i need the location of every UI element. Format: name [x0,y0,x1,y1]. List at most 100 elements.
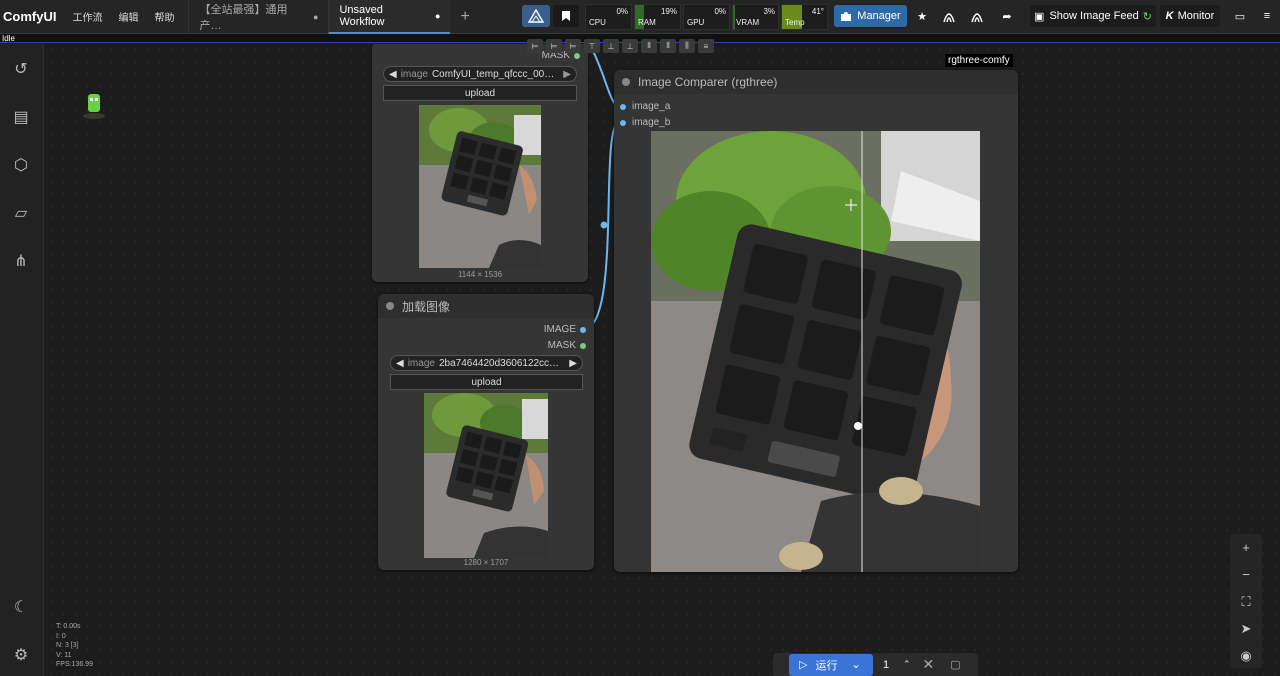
hamburger-icon: ≡ [1263,10,1271,22]
stepper-up-icon[interactable]: ⌃ [903,659,911,670]
workflows-button[interactable]: ▱ [8,200,34,226]
queue-button[interactable]: ▤ [8,104,34,130]
distribute-v-icon[interactable]: ⫴ [660,39,676,53]
image-output[interactable]: IMAGE [544,324,586,335]
load-image-node-1[interactable]: MASK ◀ image ComfyUI_temp_qfccc_00… ▶ up… [372,44,588,282]
bookmark-icon [562,11,570,21]
arrow-left-icon[interactable]: ◀ [389,69,397,80]
add-tab-button[interactable]: + [450,8,479,26]
upload-button[interactable]: upload [383,85,577,101]
node-library-button[interactable]: ⋔ [8,248,34,274]
unsaved-dot-icon: ● [313,11,319,22]
gear-icon: ⚙ [13,647,29,664]
app-logo[interactable]: ComfyUI [0,9,64,24]
node-title-bar[interactable]: 加载图像 [378,294,594,318]
align-top-icon[interactable]: ⊤ [584,39,600,53]
arrow-right-icon[interactable]: ▶ [563,69,571,80]
wave-button-1[interactable] [938,5,960,27]
bookmark-button[interactable] [553,5,579,27]
play-icon: ▷ [799,659,808,671]
vram-monitor: 3% VRAM [732,4,779,30]
batch-count[interactable]: 1 [883,659,903,671]
canvas-controls: + − ⛶ ➤ ◉ [1230,534,1262,668]
sitemap-icon: ⋔ [14,253,28,270]
comparison-image[interactable] [651,131,980,572]
node-canvas[interactable]: MASK ◀ image ComfyUI_temp_qfccc_00… ▶ up… [45,44,1280,676]
panel-icon: ▭ [1234,10,1246,23]
zoom-in-icon[interactable]: + [1230,534,1262,561]
image-size-label: 1280 × 1707 [463,558,509,567]
align-middle-icon[interactable]: ⊥ [603,39,619,53]
arrow-right-icon[interactable]: ▶ [569,358,577,369]
queue-mode-button[interactable] [522,5,550,27]
menu-button[interactable]: ≡ [1257,5,1277,27]
tab-label: Unsaved Workflow [339,3,385,28]
fit-view-icon[interactable]: ⛶ [1230,588,1262,615]
zoom-out-icon[interactable]: − [1230,561,1262,588]
tab-unsaved-workflow[interactable]: Unsaved Workflow ● [328,0,451,34]
settings-button[interactable]: ⚙ [8,642,34,668]
share-arrow-icon: ➦ [1002,10,1012,23]
distribute-h-icon[interactable]: ⫴ [641,39,657,53]
load-image-node-2[interactable]: 加载图像 IMAGE MASK ◀ image 2ba7464420d36061… [378,294,594,570]
cpu-monitor: 0% CPU [585,4,632,30]
mask-output[interactable]: MASK [548,340,586,351]
chevron-down-icon[interactable]: ⌄ [851,658,860,671]
run-button[interactable]: ▷ 运行 ⌄ [789,653,873,676]
cancel-icon[interactable]: ✕ [923,656,935,673]
model-library-button[interactable]: ⬡ [8,152,34,178]
arrow-left-icon[interactable]: ◀ [396,358,404,369]
status-text: Idle [2,34,15,43]
canvas-stats: T: 0.00s I: 0 N: 3 [3] V: 11 FPS:136.99 [56,623,93,668]
monitor-button[interactable]: K Monitor [1160,5,1220,27]
stretch-v-icon[interactable]: ≡ [698,39,714,53]
align-center-icon[interactable]: ⊨ [546,39,562,53]
moon-icon: ☾ [13,599,29,616]
crystal-icon [528,9,544,23]
tab-label: 【全站最强】通用产… [199,3,288,32]
star-button[interactable]: ★ [912,5,932,27]
toggle-panel-button[interactable]: ▭ [1230,5,1250,27]
image-preview [424,393,548,558]
menu-help[interactable]: 帮助 [146,9,182,24]
wave-button-2[interactable] [966,5,988,27]
collapse-dot-icon[interactable] [386,302,394,310]
run-toolbar: ▷ 运行 ⌄ 1 ⌃ ✕ ▢ [773,653,978,676]
history-icon: ↺ [14,61,28,78]
image-combo[interactable]: ◀ image 2ba7464420d3606122cc… ▶ [390,355,583,371]
star-icon: ★ [917,10,927,23]
cube-icon: ⬡ [14,157,28,174]
menu-workflow[interactable]: 工作流 [64,9,110,24]
sidebar: ↺ ▤ ⬡ ▱ ⋔ ☾ ⚙ [0,44,44,676]
unsaved-dot-icon: ● [435,10,441,21]
tab-workflow-1[interactable]: 【全站最强】通用产… ● [188,0,328,34]
eye-icon[interactable]: ◉ [1230,642,1262,669]
stretch-h-icon[interactable]: ⫼ [679,39,695,53]
temp-monitor: 41° Temp [781,4,828,30]
collapse-dot-icon[interactable] [622,78,630,86]
wave-icon [943,13,955,23]
pointer-icon[interactable]: ➤ [1230,615,1262,642]
manager-button[interactable]: Manager [834,5,907,27]
align-right-icon[interactable]: ⊨ [565,39,581,53]
upload-button[interactable]: upload [390,374,583,390]
ram-monitor: 19% RAM [634,4,681,30]
share-button[interactable]: ➦ [996,5,1018,27]
align-bottom-icon[interactable]: ⊥ [622,39,638,53]
image-preview [419,105,541,268]
rgthree-tag: rgthree-comfy [945,54,1013,67]
image-combo[interactable]: ◀ image ComfyUI_temp_qfccc_00… ▶ [383,66,577,82]
show-image-feed-button[interactable]: ▣ Show Image Feed ↻ [1030,5,1156,27]
document-icon: ▤ [13,109,29,126]
wave-icon [971,13,983,23]
image-a-input[interactable]: image_a [620,101,670,112]
image-b-input[interactable]: image_b [620,117,670,128]
history-button[interactable]: ↺ [8,56,34,82]
theme-toggle-button[interactable]: ☾ [8,594,34,620]
image-comparer-node[interactable]: Image Comparer (rgthree) image_a image_b [614,70,1018,572]
node-title-bar[interactable]: Image Comparer (rgthree) [614,70,1018,94]
align-left-icon[interactable]: ⊨ [527,39,543,53]
refresh-icon: ↻ [1142,10,1152,23]
menu-edit[interactable]: 编辑 [110,9,146,24]
queue-toggle-icon[interactable]: ▢ [950,658,960,671]
